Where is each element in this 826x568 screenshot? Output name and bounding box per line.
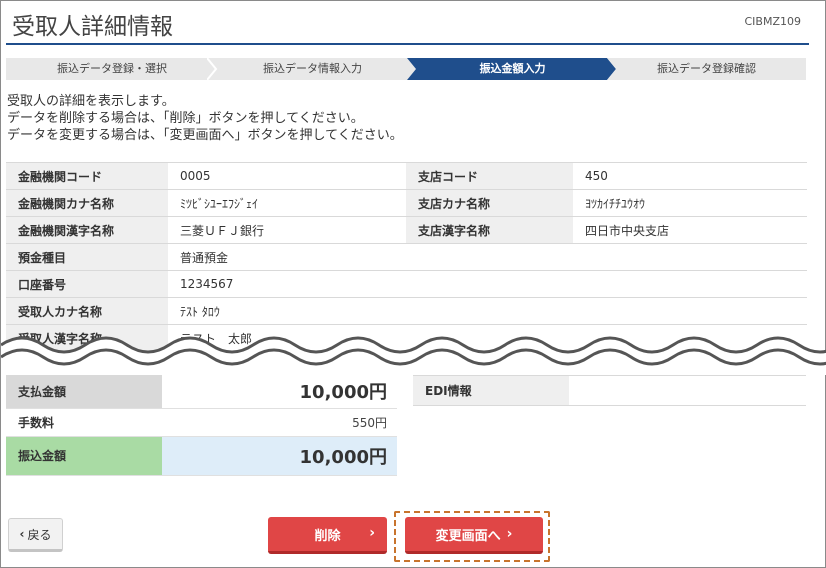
table-row: 口座番号 1234567 xyxy=(6,270,807,298)
table-row: 振込金額 10,000円 xyxy=(6,436,397,476)
transfer-amount-label: 振込金額 xyxy=(6,436,162,476)
table-row: 金融機関コード 0005 支店コード 450 xyxy=(6,162,807,190)
table-row: EDI情報 xyxy=(413,375,806,406)
branch-code-value: 450 xyxy=(573,162,807,190)
chevron-right-icon: › xyxy=(506,526,513,542)
payment-amount-value: 10,000円 xyxy=(162,375,397,409)
back-button[interactable]: ‹ 戻る xyxy=(8,518,63,552)
branch-kanji-value: 四日市中央支店 xyxy=(573,216,807,244)
transfer-amount-value: 10,000円 xyxy=(162,436,397,476)
fee-value: 550円 xyxy=(162,408,397,437)
bank-kanji-value: 三菱ＵＦＪ銀行 xyxy=(168,216,406,244)
step-2-label: 振込データ情報入力 xyxy=(263,62,362,75)
bank-code-label: 金融機関コード xyxy=(6,162,168,190)
branch-code-label: 支店コード xyxy=(406,162,573,190)
deposit-type-label: 預金種目 xyxy=(6,243,168,271)
bank-code-value: 0005 xyxy=(168,162,406,190)
chevron-right-icon: › xyxy=(369,525,375,541)
screen-id: CIBMZ109 xyxy=(744,15,802,28)
branch-kana-value: ﾖﾂｶｲﾁﾁﾕｳｵｳ xyxy=(573,189,807,217)
step-1: 振込データ登録・選択 xyxy=(6,58,218,80)
bank-kana-value: ﾐﾂﾋﾞｼﾕｰｴﾌｼﾞｪｲ xyxy=(168,189,406,217)
edi-table: EDI情報 xyxy=(413,375,806,406)
payment-amount-label: 支払金額 xyxy=(6,375,162,409)
payee-kana-label: 受取人カナ名称 xyxy=(6,297,168,325)
wave-separator xyxy=(1,336,826,375)
window-frame: 受取人詳細情報 CIBMZ109 振込データ登録・選択 振込データ情報入力 振込… xyxy=(0,0,826,568)
amount-table: 支払金額 10,000円 手数料 550円 振込金額 10,000円 xyxy=(6,375,397,476)
step-3-active: 振込金額入力 xyxy=(407,58,618,80)
table-row: 預金種目 普通預金 xyxy=(6,243,807,271)
branch-kanji-label: 支店漢字名称 xyxy=(406,216,573,244)
table-row: 支払金額 10,000円 xyxy=(6,375,397,409)
progress-steps: 振込データ登録・選択 振込データ情報入力 振込金額入力 振込データ登録確認 xyxy=(6,58,806,80)
back-button-label: 戻る xyxy=(27,527,52,542)
account-number-value: 1234567 xyxy=(168,270,807,298)
instruction-line: データを変更する場合は、「変更画面へ」ボタンを押してください。 xyxy=(7,128,403,143)
payee-kana-value: ﾃｽﾄ ﾀﾛｳ xyxy=(168,297,807,325)
table-row: 受取人カナ名称 ﾃｽﾄ ﾀﾛｳ xyxy=(6,297,807,325)
step-3-label: 振込金額入力 xyxy=(479,62,546,75)
step-2: 振込データ情報入力 xyxy=(207,58,418,80)
instructions: 受取人の詳細を表示します。 データを削除する場合は、「削除」ボタンを押してくださ… xyxy=(7,93,403,144)
edi-label: EDI情報 xyxy=(413,375,569,406)
change-screen-button[interactable]: 変更画面へ › xyxy=(405,517,543,554)
delete-button-label: 削除 xyxy=(314,528,341,544)
bank-kanji-label: 金融機関漢字名称 xyxy=(6,216,168,244)
page-header: 受取人詳細情報 CIBMZ109 xyxy=(6,5,809,45)
table-row: 手数料 550円 xyxy=(6,408,397,437)
account-number-label: 口座番号 xyxy=(6,270,168,298)
bank-kana-label: 金融機関カナ名称 xyxy=(6,189,168,217)
edi-value xyxy=(569,375,806,406)
step-4: 振込データ登録確認 xyxy=(607,58,806,80)
page-title: 受取人詳細情報 xyxy=(12,14,173,40)
branch-kana-label: 支店カナ名称 xyxy=(406,189,573,217)
step-4-label: 振込データ登録確認 xyxy=(657,62,756,75)
delete-button[interactable]: 削除 › xyxy=(268,517,387,554)
table-row: 金融機関漢字名称 三菱ＵＦＪ銀行 支店漢字名称 四日市中央支店 xyxy=(6,216,807,244)
payee-detail-table: 金融機関コード 0005 支店コード 450 金融機関カナ名称 ﾐﾂﾋﾞｼﾕｰｴ… xyxy=(6,162,807,352)
fee-label: 手数料 xyxy=(6,408,162,437)
deposit-type-value: 普通預金 xyxy=(168,243,807,271)
change-button-label: 変更画面へ xyxy=(435,528,501,544)
table-row: 金融機関カナ名称 ﾐﾂﾋﾞｼﾕｰｴﾌｼﾞｪｲ 支店カナ名称 ﾖﾂｶｲﾁﾁﾕｳｵｳ xyxy=(6,189,807,217)
step-1-label: 振込データ登録・選択 xyxy=(57,62,167,75)
instruction-line: データを削除する場合は、「削除」ボタンを押してください。 xyxy=(7,111,364,126)
chevron-left-icon: ‹ xyxy=(19,527,25,541)
instruction-line: 受取人の詳細を表示します。 xyxy=(7,94,175,109)
